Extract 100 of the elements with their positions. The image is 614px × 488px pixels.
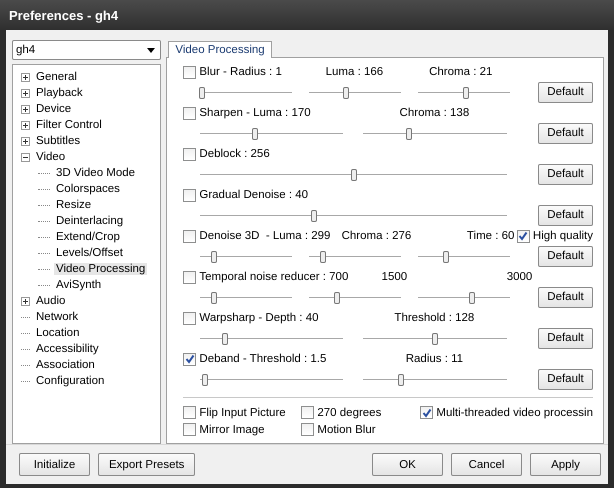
tree-item[interactable]: General	[34, 71, 79, 83]
expand-icon[interactable]	[21, 296, 30, 306]
default-button[interactable]: Default	[538, 286, 593, 308]
slider[interactable]	[309, 86, 402, 98]
tree-item[interactable]: Filter Control	[34, 119, 104, 131]
slider-thumb[interactable]	[222, 332, 228, 344]
default-button[interactable]: Default	[538, 82, 593, 102]
filter-label: Sharpen - Luma : 170	[199, 107, 312, 119]
checkbox-label: High quality	[532, 230, 593, 242]
default-button[interactable]: Default	[538, 246, 593, 266]
tree-item[interactable]: Subtitles	[34, 135, 82, 147]
slider-thumb[interactable]	[432, 332, 438, 344]
checkbox[interactable]	[183, 148, 196, 160]
tree-item[interactable]: Association	[34, 359, 97, 371]
slider[interactable]	[309, 292, 402, 302]
default-button[interactable]: Default	[538, 204, 593, 226]
footer-button[interactable]: OK	[372, 453, 443, 476]
checkbox[interactable]	[183, 406, 196, 419]
tree-item[interactable]: Audio	[34, 295, 68, 307]
checkbox-label: 270 degrees	[317, 406, 382, 418]
window-title: Preferences - gh4	[0, 0, 614, 30]
collapse-icon[interactable]	[21, 152, 30, 162]
slider[interactable]	[200, 128, 344, 138]
tree-item[interactable]: Configuration	[34, 375, 106, 387]
checkbox[interactable]	[183, 270, 196, 284]
slider[interactable]	[418, 250, 510, 262]
checkbox[interactable]	[516, 230, 530, 242]
footer-button[interactable]: Cancel	[451, 453, 522, 476]
slider-thumb[interactable]	[211, 292, 218, 304]
footer-button[interactable]: Apply	[530, 453, 601, 476]
default-button[interactable]: Default	[538, 328, 593, 348]
slider-thumb[interactable]	[442, 250, 449, 262]
checkbox-label: Multi-threaded video processin	[436, 406, 593, 418]
default-button[interactable]: Default	[538, 122, 593, 144]
slider[interactable]	[200, 374, 344, 384]
slider[interactable]	[363, 374, 508, 384]
tab[interactable]: Video Processing	[168, 41, 272, 58]
tree-item[interactable]: Network	[34, 311, 80, 323]
checkbox[interactable]	[183, 352, 196, 366]
checkbox[interactable]	[301, 406, 314, 419]
default-button[interactable]: Default	[538, 368, 593, 390]
slider[interactable]	[363, 332, 508, 344]
slider[interactable]	[418, 86, 510, 98]
slider-thumb[interactable]	[343, 86, 350, 98]
tree-item[interactable]: Deinterlacing	[54, 215, 126, 227]
slider-thumb[interactable]	[350, 168, 357, 180]
expand-icon[interactable]	[21, 120, 30, 130]
slider[interactable]	[200, 250, 292, 262]
slider-thumb[interactable]	[252, 128, 258, 140]
slider-thumb[interactable]	[468, 292, 475, 304]
slider[interactable]	[200, 210, 508, 220]
checkbox[interactable]	[183, 66, 196, 78]
slider-thumb[interactable]	[199, 86, 206, 98]
filter-label: Radius : 11	[404, 353, 464, 365]
tree-item[interactable]: Extend/Crop	[54, 231, 122, 243]
checkbox[interactable]	[301, 423, 314, 436]
checkbox[interactable]	[183, 423, 196, 436]
checkbox[interactable]	[183, 230, 196, 242]
slider[interactable]	[200, 86, 292, 98]
tree-item[interactable]: AviSynth	[54, 279, 104, 291]
expand-icon[interactable]	[21, 136, 30, 146]
tree-item[interactable]: Video	[34, 151, 68, 163]
checkbox[interactable]	[183, 312, 196, 324]
slider[interactable]	[200, 292, 292, 302]
tree-item[interactable]: 3D Video Mode	[54, 167, 138, 179]
slider-thumb[interactable]	[463, 86, 470, 98]
tree-item[interactable]: Resize	[54, 199, 94, 211]
checkbox[interactable]	[183, 106, 196, 120]
tree-item[interactable]: Video Processing	[54, 263, 148, 275]
filter-label: Warpsharp - Depth : 40	[199, 312, 320, 324]
tree-item[interactable]: Colorspaces	[54, 183, 122, 195]
slider-thumb[interactable]	[320, 250, 326, 262]
expand-icon[interactable]	[21, 88, 30, 98]
tree-item[interactable]: Playback	[34, 87, 85, 99]
profile-dropdown[interactable]: gh4	[12, 40, 162, 60]
tree-item[interactable]: Accessibility	[34, 343, 101, 355]
tree-item[interactable]: Location	[34, 327, 82, 339]
checkbox[interactable]	[183, 188, 196, 202]
tree-item[interactable]: Levels/Offset	[54, 247, 125, 259]
slider[interactable]	[309, 250, 402, 262]
expand-icon[interactable]	[21, 72, 30, 82]
slider[interactable]	[363, 128, 508, 138]
default-button[interactable]: Default	[538, 164, 593, 184]
checkbox[interactable]	[420, 406, 434, 419]
footer-button[interactable]: Export Presets	[98, 453, 196, 476]
footer-button[interactable]: Initialize	[19, 453, 90, 476]
slider-thumb[interactable]	[310, 210, 317, 222]
filter-label: 3000	[506, 271, 532, 283]
filter-label: Chroma : 21	[428, 66, 492, 78]
slider[interactable]	[200, 332, 344, 344]
tree-item[interactable]: Device	[34, 103, 74, 115]
expand-icon[interactable]	[21, 104, 30, 114]
slider-thumb[interactable]	[406, 128, 412, 140]
slider-thumb[interactable]	[202, 374, 208, 386]
filter-label: Chroma : 138	[398, 107, 470, 119]
slider-thumb[interactable]	[398, 374, 404, 386]
slider[interactable]	[200, 168, 508, 180]
slider-thumb[interactable]	[334, 292, 340, 304]
slider-thumb[interactable]	[211, 250, 218, 262]
slider[interactable]	[418, 292, 510, 302]
